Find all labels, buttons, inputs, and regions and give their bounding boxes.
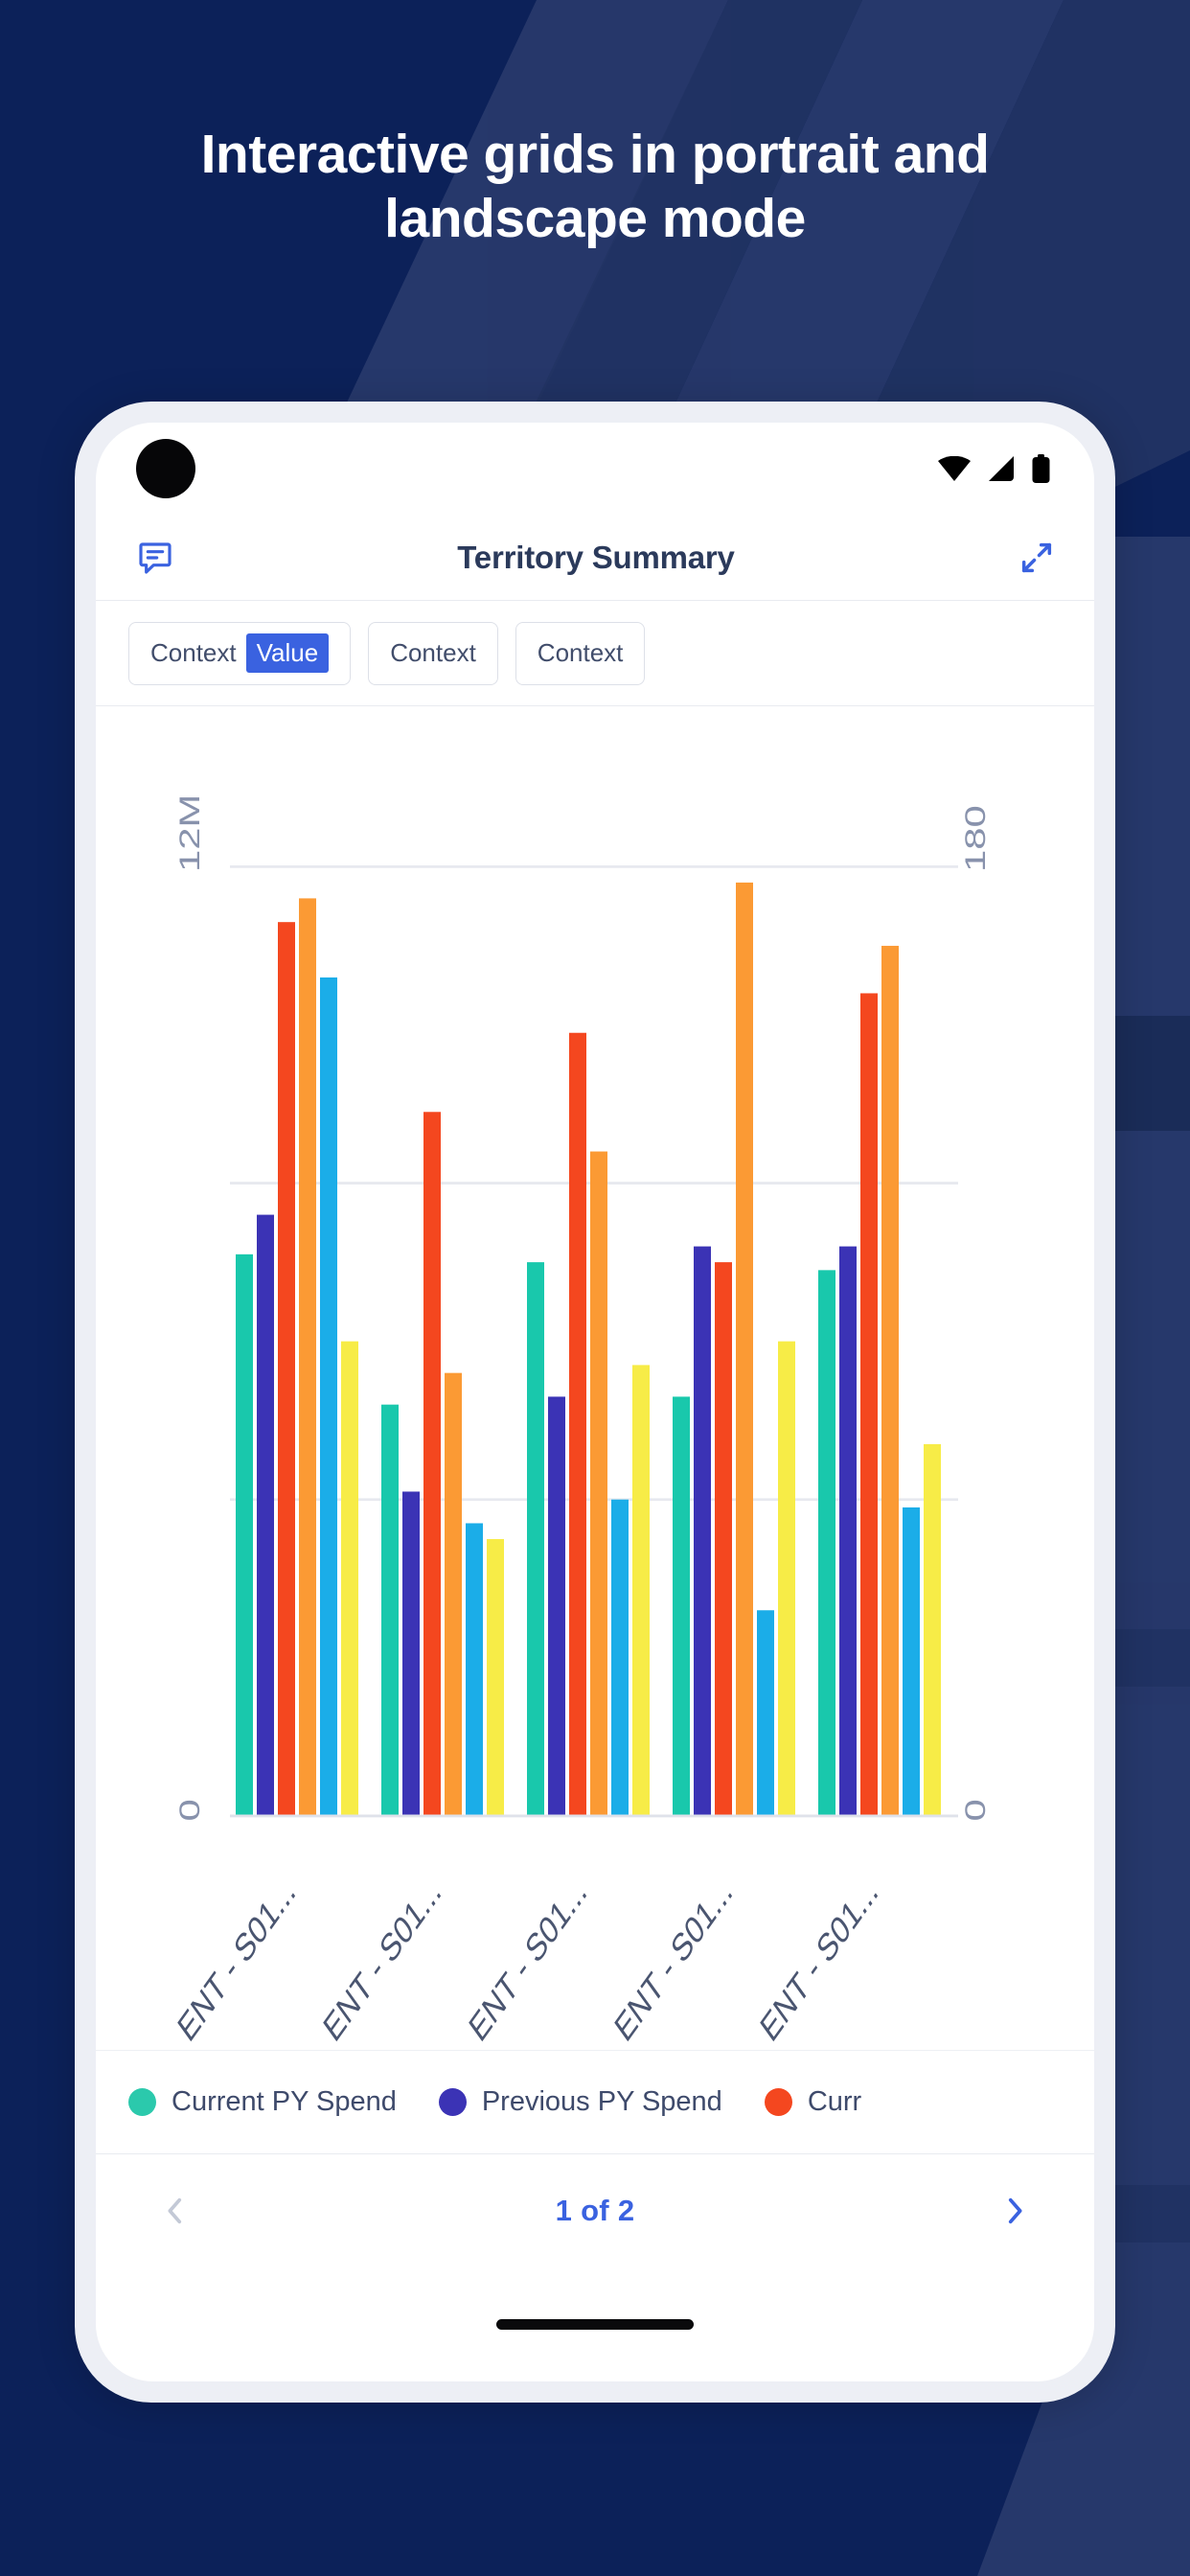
chart-bar[interactable] xyxy=(611,1499,629,1816)
chart-bar[interactable] xyxy=(632,1365,650,1816)
context-chip-1-value: Value xyxy=(245,633,330,673)
y-axis-right-max-label: 180 xyxy=(959,805,992,872)
front-camera-punch-hole-icon xyxy=(136,439,195,498)
legend-color-swatch xyxy=(128,2088,156,2116)
status-bar-icons xyxy=(938,454,1050,483)
context-chip-2-label: Context xyxy=(390,638,476,667)
x-axis-tick-label: ENT - S01... xyxy=(609,1870,739,2050)
chart-bar[interactable] xyxy=(487,1538,504,1816)
chart-bar[interactable] xyxy=(673,1396,690,1816)
chart-bar[interactable] xyxy=(278,922,295,1816)
context-chip-1[interactable]: Context Value xyxy=(128,621,352,685)
chart-bar[interactable] xyxy=(736,882,753,1816)
chart-bar[interactable] xyxy=(757,1610,774,1816)
context-chip-3-label: Context xyxy=(537,638,624,667)
chart-container[interactable]: 12M 0 180 0 ENT - S01... ENT - S01... ENT - S0… xyxy=(96,706,1094,2050)
status-bar xyxy=(96,423,1094,515)
chart-bar[interactable] xyxy=(839,1246,857,1816)
chart-bar[interactable] xyxy=(402,1491,420,1816)
chart-bar[interactable] xyxy=(527,1262,544,1816)
chart-bar[interactable] xyxy=(299,898,316,1816)
context-chip-3[interactable]: Context xyxy=(515,621,646,685)
context-chip-2[interactable]: Context xyxy=(368,621,498,685)
phone-screen: Territory Summary Context Value Context xyxy=(96,423,1094,2381)
legend-item-0[interactable]: Current PY Spend xyxy=(128,2086,397,2118)
y-axis-right-min-label: 0 xyxy=(959,1799,992,1821)
chart-bar[interactable] xyxy=(548,1396,565,1816)
chart-bar[interactable] xyxy=(445,1372,462,1816)
chart-bar[interactable] xyxy=(236,1254,253,1816)
wifi-icon xyxy=(938,456,971,481)
chart-bar[interactable] xyxy=(423,1112,441,1816)
collapse-arrows-icon xyxy=(1021,542,1052,572)
legend-item-2[interactable]: Curr xyxy=(764,2086,862,2118)
y-axis-left-max-label: 12M xyxy=(173,794,206,872)
chart-bar[interactable] xyxy=(881,945,899,1816)
legend-item-1[interactable]: Previous PY Spend xyxy=(438,2086,722,2118)
chart-bar[interactable] xyxy=(466,1523,483,1816)
pagination-bar: 1 of 2 xyxy=(96,2153,1094,2266)
legend-color-swatch xyxy=(438,2088,467,2116)
collapse-button[interactable] xyxy=(1012,533,1062,583)
pagination-next-button[interactable] xyxy=(991,2187,1039,2235)
x-axis-tick-label: ENT - S01... xyxy=(318,1870,447,2050)
chart-bar[interactable] xyxy=(715,1262,732,1816)
chart-bar[interactable] xyxy=(924,1443,941,1816)
home-indicator-zone xyxy=(96,2266,1094,2381)
page-title: Interactive grids in portrait and landsc… xyxy=(200,124,990,249)
chart-bar[interactable] xyxy=(903,1506,920,1816)
app-bar: Territory Summary xyxy=(96,515,1094,601)
x-axis-tick-label: ENT - S01... xyxy=(755,1870,884,2050)
pagination-prev-button[interactable] xyxy=(151,2187,199,2235)
chart-bar[interactable] xyxy=(569,1032,586,1816)
chart-legend: Current PY Spend Previous PY Spend Curr xyxy=(96,2050,1094,2153)
context-chip-1-label: Context xyxy=(150,638,237,667)
chart-bar[interactable] xyxy=(818,1270,835,1816)
context-chip-row: Context Value Context Context xyxy=(96,601,1094,706)
phone-mockup: Territory Summary Context Value Context xyxy=(75,402,1115,2403)
home-indicator-icon[interactable] xyxy=(496,2318,694,2330)
y-axis-left-min-label: 0 xyxy=(173,1799,206,1821)
chart-bar[interactable] xyxy=(694,1246,711,1816)
chart-bar[interactable] xyxy=(381,1404,399,1816)
app-bar-title: Territory Summary xyxy=(457,539,735,575)
chart-bar[interactable] xyxy=(778,1341,795,1816)
comment-icon xyxy=(139,541,172,574)
pagination-label: 1 of 2 xyxy=(555,2193,635,2227)
chevron-right-icon xyxy=(1008,2197,1022,2223)
grouped-bar-chart[interactable]: 12M01800ENT - S01... ENT - S01... ENT - S0… xyxy=(96,706,1094,2050)
legend-label: Current PY Spend xyxy=(172,2086,397,2117)
chart-bar[interactable] xyxy=(320,977,337,1816)
legend-label: Curr xyxy=(807,2086,862,2117)
chart-bar[interactable] xyxy=(257,1214,274,1816)
chart-bar[interactable] xyxy=(341,1341,358,1816)
chart-bar[interactable] xyxy=(590,1151,607,1816)
legend-color-swatch xyxy=(764,2088,792,2116)
legend-label: Previous PY Spend xyxy=(481,2086,722,2117)
chevron-left-icon xyxy=(168,2197,182,2223)
chart-bar[interactable] xyxy=(860,993,878,1816)
cellular-signal-icon xyxy=(989,456,1014,481)
x-axis-tick-label: ENT - S01... xyxy=(464,1870,593,2050)
x-axis-tick-label: ENT - S01... xyxy=(172,1870,302,2050)
battery-icon xyxy=(1032,454,1050,483)
comment-button[interactable] xyxy=(130,533,180,583)
